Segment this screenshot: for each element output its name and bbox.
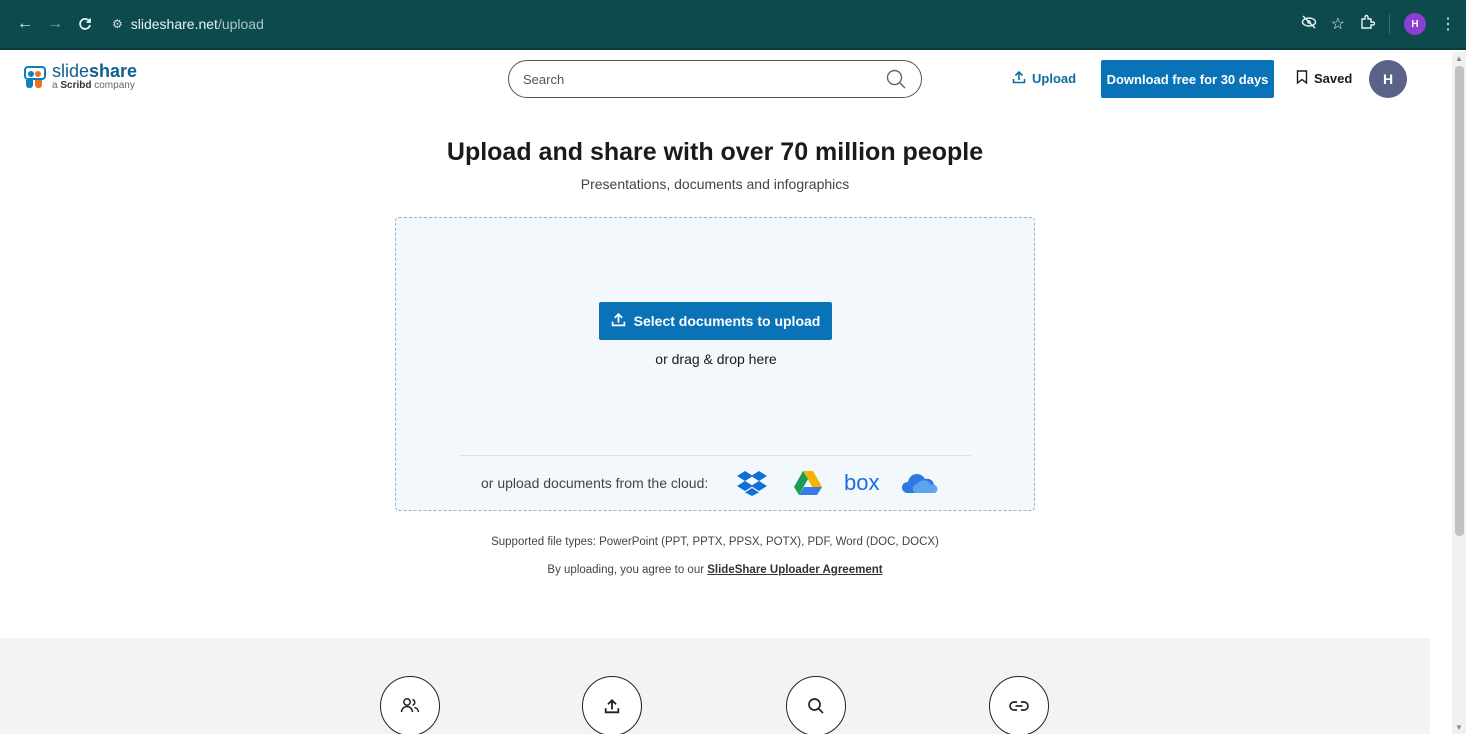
- browser-actions: ☆ H ⋮: [1301, 0, 1456, 48]
- scrollbar-thumb[interactable]: [1455, 66, 1464, 536]
- browser-toolbar: ← → ⚙ slideshare.net/upload ☆ H ⋮: [0, 0, 1466, 50]
- logo-wordmark: slideshare: [52, 61, 138, 81]
- search-input[interactable]: [523, 71, 885, 87]
- supported-file-types: Supported file types: PowerPoint (PPT, P…: [491, 536, 939, 548]
- select-button-label: Select documents to upload: [633, 313, 821, 329]
- extensions-icon[interactable]: [1359, 14, 1376, 35]
- back-arrow-icon[interactable]: ←: [10, 9, 40, 39]
- uploader-agreement-text: By uploading, you agree to our SlideShar…: [0, 564, 1430, 576]
- saved-label: Saved: [1314, 71, 1353, 86]
- slideshare-logo[interactable]: slideshare a Scribd company: [22, 62, 137, 91]
- url-text: slideshare.net/upload: [130, 16, 264, 32]
- eye-slash-icon[interactable]: [1301, 14, 1317, 35]
- scroll-up-icon[interactable]: ▲: [1455, 54, 1463, 63]
- bookmark-icon: [1296, 70, 1308, 87]
- header-upload-link[interactable]: Upload: [1012, 70, 1076, 87]
- forward-arrow-icon[interactable]: →: [40, 9, 70, 39]
- download-free-button[interactable]: Download free for 30 days: [1101, 60, 1274, 98]
- cloud-upload-row: or upload documents from the cloud: box: [481, 468, 954, 498]
- people-icon: [380, 676, 440, 734]
- upload-icon: [582, 676, 642, 734]
- address-bar[interactable]: ⚙ slideshare.net/upload: [112, 16, 264, 32]
- page-subtitle: Presentations, documents and infographic…: [580, 176, 850, 192]
- dropzone-divider: [459, 455, 971, 456]
- link-icon: [989, 676, 1049, 734]
- page-title: Upload and share with over 70 million pe…: [446, 138, 984, 166]
- reload-icon[interactable]: [70, 9, 100, 39]
- saved-link[interactable]: Saved: [1296, 70, 1352, 87]
- upload-icon: [1012, 70, 1026, 87]
- site-header: slideshare a Scribd company Upload Downl…: [0, 52, 1452, 108]
- select-documents-button[interactable]: Select documents to upload: [599, 302, 832, 340]
- scroll-down-icon[interactable]: ▼: [1455, 723, 1463, 732]
- upload-label: Upload: [1032, 71, 1077, 86]
- bookmark-star-icon[interactable]: ☆: [1331, 14, 1345, 34]
- more-menu-icon[interactable]: ⋮: [1440, 14, 1456, 34]
- page-scrollbar[interactable]: ▲ ▼: [1452, 52, 1466, 734]
- box-icon[interactable]: box: [842, 468, 886, 498]
- search-icon[interactable]: [885, 68, 907, 90]
- browser-nav: ← →: [10, 9, 100, 39]
- slideshare-logo-icon: [22, 64, 48, 90]
- uploader-agreement-link[interactable]: SlideShare Uploader Agreement: [707, 564, 882, 576]
- dropbox-icon[interactable]: [730, 468, 774, 498]
- logo-tagline: a Scribd company: [52, 80, 135, 91]
- features-section: [0, 638, 1430, 734]
- site-settings-icon[interactable]: ⚙: [112, 17, 123, 31]
- box-wordmark: box: [844, 471, 879, 495]
- drag-drop-text: or drag & drop here: [655, 351, 777, 367]
- upload-icon: [611, 312, 626, 330]
- agree-prefix: By uploading, you agree to our: [547, 564, 708, 576]
- browser-profile-avatar[interactable]: H: [1404, 13, 1426, 35]
- google-drive-icon[interactable]: [786, 468, 830, 498]
- search-box[interactable]: [508, 60, 922, 98]
- upload-dropzone[interactable]: Select documents to upload or drag & dro…: [395, 217, 1035, 511]
- user-avatar[interactable]: H: [1369, 60, 1407, 98]
- toolbar-separator: [1389, 14, 1390, 34]
- onedrive-icon[interactable]: [898, 468, 942, 498]
- cloud-upload-label: or upload documents from the cloud:: [481, 475, 709, 491]
- search-icon: [786, 676, 846, 734]
